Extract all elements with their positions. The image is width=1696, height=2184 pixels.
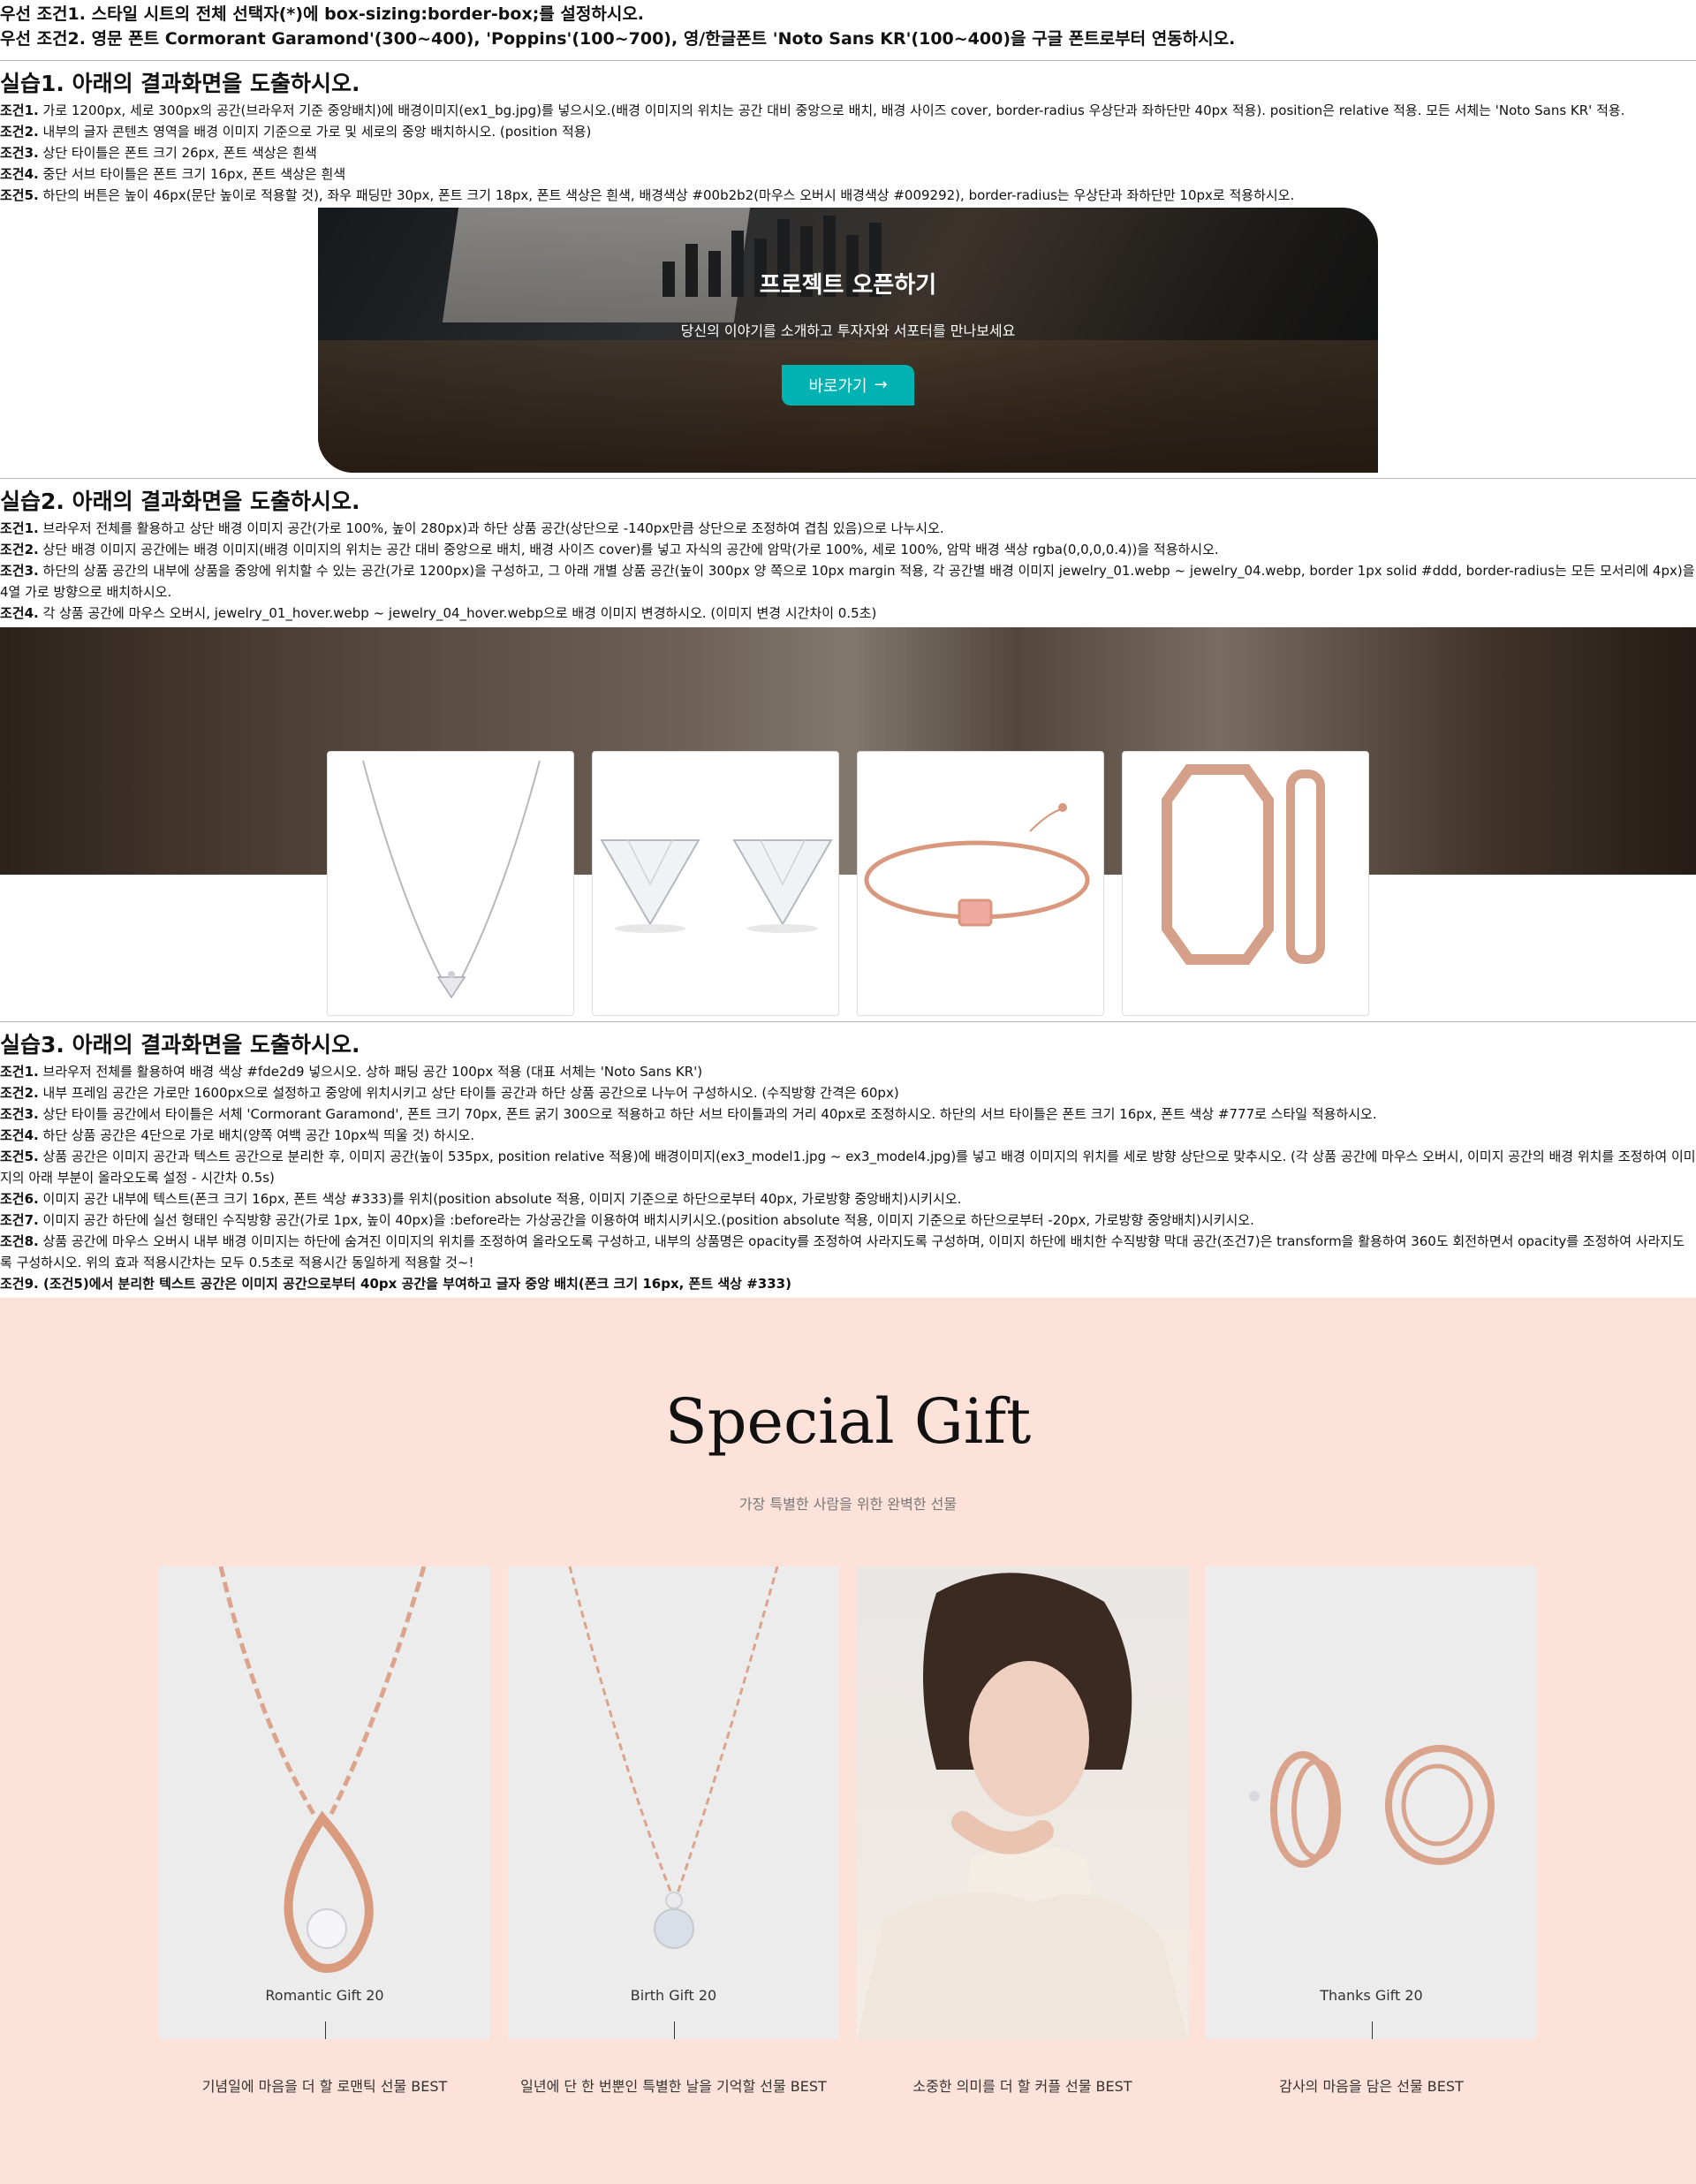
condition-line: 조건5. 하단의 버튼은 높이 46px(문단 높이로 적용할 것), 좌우 패… <box>0 187 1295 203</box>
condition-line: 조건4. 중단 서브 타이틀은 폰트 크기 16px, 폰트 색상은 흰색 <box>0 166 346 182</box>
jewelry-section <box>0 627 1696 1016</box>
banner-subtitle: 당신의 이야기를 소개하고 투자자와 서포터를 만나보세요 <box>680 322 1016 339</box>
exercise-1: 실습1. 아래의 결과화면을 도출하시오. 조건1. 가로 1200px, 세로… <box>0 68 1696 473</box>
exercise-2: 실습2. 아래의 결과화면을 도출하시오. 조건1. 브라우저 전체를 활용하고… <box>0 486 1696 1016</box>
exercise-1-title: 실습1. 아래의 결과화면을 도출하시오. <box>0 71 360 96</box>
condition-line: 조건1. 브라우저 전체를 활용하고 상단 배경 이미지 공간(가로 100%,… <box>0 520 944 536</box>
jewelry-product-list <box>318 751 1378 1016</box>
ring-earrings-image <box>1249 1745 1495 1868</box>
go-button[interactable]: 바로가기 → <box>782 364 914 406</box>
pre-conditions: 우선 조건1. 스타일 시트의 전체 선택자(*)에 box-sizing:bo… <box>0 0 1696 55</box>
arrow-right-icon: → <box>874 375 888 394</box>
banner-content: 프로젝트 오픈하기 당신의 이야기를 소개하고 투자자와 서포터를 만나보세요 … <box>318 208 1378 473</box>
project-banner: 프로젝트 오픈하기 당신의 이야기를 소개하고 투자자와 서포터를 만나보세요 … <box>318 208 1378 473</box>
condition-line: 조건3. 상단 타이틀은 폰트 크기 26px, 폰트 색상은 흰색 <box>0 145 317 161</box>
moonstone-necklace-image <box>568 1566 779 1949</box>
condition-line: 조건3. 하단의 상품 공간의 내부에 상품을 중앙에 위치할 수 있는 공간(… <box>0 563 1695 600</box>
condition-line: 조건6. 이미지 공간 내부에 텍스트(폰크 크기 16px, 폰트 색상 #3… <box>0 1191 962 1207</box>
gift-item-romantic[interactable]: Romantic Gift 20 기념일에 마음을 더 할 로맨틱 선물 BES… <box>159 1566 490 2096</box>
exercise-1-conditions: 조건1. 가로 1200px, 세로 300px의 공간(브라우저 기준 중앙배… <box>0 100 1696 206</box>
banner-heading: 프로젝트 오픈하기 <box>759 271 937 299</box>
hoops-image <box>1162 764 1325 965</box>
gift-image: Thanks Gift 20 <box>1206 1566 1537 2039</box>
gift-description: 일년에 단 한 번뿐인 특별한 날을 기억할 선물 BEST <box>520 2078 827 2095</box>
gift-item-thanks[interactable]: Thanks Gift 20 감사의 마음을 담은 선물 BEST <box>1206 1566 1537 2096</box>
teardrop-necklace-image <box>218 1566 427 1974</box>
exercise-2-conditions: 조건1. 브라우저 전체를 활용하고 상단 배경 이미지 공간(가로 100%,… <box>0 518 1696 624</box>
condition-line: 조건1. 가로 1200px, 세로 300px의 공간(브라우저 기준 중앙배… <box>0 102 1625 118</box>
condition-line: 조건4. 하단 상품 공간은 4단으로 가로 배치(양쪽 여백 공간 10px씩… <box>0 1127 475 1143</box>
exercise-3-conditions: 조건1. 브라우저 전체를 활용하여 배경 색상 #fde2d9 넣으시오. 상… <box>0 1061 1696 1294</box>
exercise-2-title: 실습2. 아래의 결과화면을 도출하시오. <box>0 489 360 514</box>
special-gift-heading: Special Gift <box>664 1385 1032 1458</box>
bracelet-image <box>864 803 1090 927</box>
jewelry-item-necklace[interactable] <box>327 751 574 1016</box>
special-gift-title-area: Special Gift 가장 특별한 사람을 위한 완벽한 선물 <box>141 1386 1555 1513</box>
model-portrait-image <box>857 1573 1188 2039</box>
gift-image: Romantic Gift 20 <box>159 1566 490 2039</box>
condition-line: 조건5. 상품 공간은 이미지 공간과 텍스트 공간으로 분리한 후, 이미지 … <box>0 1149 1696 1186</box>
gift-image <box>857 1566 1188 2039</box>
jewelry-item-bracelet[interactable] <box>857 751 1104 1016</box>
gift-name: Romantic Gift 20 <box>265 1987 384 2004</box>
condition-line: 조건8. 상품 공간에 마우스 오버시 내부 배경 이미지는 하단에 숨겨진 이… <box>0 1233 1685 1270</box>
jewelry-item-hoops[interactable] <box>1122 751 1369 1016</box>
condition-line: 조건4. 각 상품 공간에 마우스 오버시, jewelry_01_hover.… <box>0 605 877 621</box>
gift-name: Birth Gift 20 <box>630 1987 717 2004</box>
divider <box>0 478 1696 479</box>
earrings-image <box>600 839 833 933</box>
go-button-label: 바로가기 <box>808 376 867 396</box>
divider <box>0 1021 1696 1022</box>
gift-image: Birth Gift 20 <box>508 1566 839 2039</box>
exercise-3-title: 실습3. 아래의 결과화면을 도출하시오. <box>0 1032 360 1058</box>
divider <box>0 60 1696 61</box>
necklace-image <box>362 760 541 999</box>
condition-line: 조건1. 브라우저 전체를 활용하여 배경 색상 #fde2d9 넣으시오. 상… <box>0 1064 703 1080</box>
gift-item-birth[interactable]: Birth Gift 20 일년에 단 한 번뿐인 특별한 날을 기억할 선물 … <box>508 1566 839 2096</box>
condition-line: 조건9. (조건5)에서 분리한 텍스트 공간은 이미지 공간으로부터 40px… <box>0 1276 791 1292</box>
special-gift-section: Special Gift 가장 특별한 사람을 위한 완벽한 선물 Romant… <box>0 1298 1696 2184</box>
pre-condition-1: 우선 조건1. 스타일 시트의 전체 선택자(*)에 box-sizing:bo… <box>0 4 645 24</box>
special-gift-frame: Special Gift 가장 특별한 사람을 위한 완벽한 선물 Romant… <box>141 1386 1555 2096</box>
gift-name: Thanks Gift 20 <box>1320 1987 1423 2004</box>
condition-line: 조건2. 내부의 글자 콘텐츠 영역을 배경 이미지 기준으로 가로 및 세로의… <box>0 124 592 140</box>
special-gift-subtitle: 가장 특별한 사람을 위한 완벽한 선물 <box>738 1496 958 1513</box>
condition-line: 조건2. 내부 프레임 공간은 가로만 1600px으로 설정하고 중앙에 위치… <box>0 1085 899 1101</box>
exercise-3: 실습3. 아래의 결과화면을 도출하시오. 조건1. 브라우저 전체를 활용하여… <box>0 1029 1696 2184</box>
jewelry-item-earrings[interactable] <box>592 751 839 1016</box>
gift-description: 소중한 의미를 더 할 커플 선물 BEST <box>912 2078 1132 2095</box>
pre-condition-2: 우선 조건2. 영문 폰트 Cormorant Garamond'(300~40… <box>0 29 1236 49</box>
condition-line: 조건3. 상단 타이틀 공간에서 타이틀은 서체 'Cormorant Gara… <box>0 1106 1377 1122</box>
gift-item-couple[interactable]: 소중한 의미를 더 할 커플 선물 BEST <box>857 1566 1188 2096</box>
condition-line: 조건7. 이미지 공간 하단에 실선 형태인 수직방향 공간(가로 1px, 높… <box>0 1212 1254 1228</box>
gift-list: Romantic Gift 20 기념일에 마음을 더 할 로맨틱 선물 BES… <box>141 1566 1555 2096</box>
gift-description: 기념일에 마음을 더 할 로맨틱 선물 BEST <box>201 2078 448 2095</box>
gift-description: 감사의 마음을 담은 선물 BEST <box>1279 2078 1464 2095</box>
condition-line: 조건2. 상단 배경 이미지 공간에는 배경 이미지(배경 이미지의 위치는 공… <box>0 542 1219 557</box>
